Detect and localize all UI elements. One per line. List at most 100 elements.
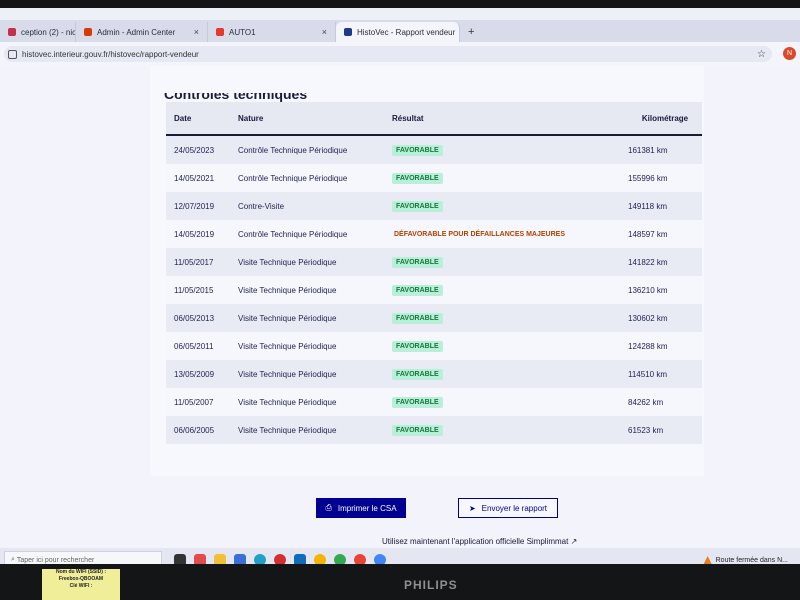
tab-strip: ception (2) - nicola×Admin - Admin Cente… bbox=[0, 20, 800, 42]
cell-km: 136210 km bbox=[628, 285, 668, 295]
tab-label: AUTO1 bbox=[229, 27, 256, 37]
close-tab-icon[interactable]: × bbox=[322, 27, 327, 37]
sticky-note-line: Freebox-QBOOAM bbox=[58, 576, 104, 582]
table-header: Date Nature Résultat Kilométrage bbox=[166, 102, 702, 136]
tab-label: ception (2) - nicola bbox=[21, 27, 76, 37]
address-bar-row: histovec.interieur.gouv.fr/histovec/rapp… bbox=[0, 42, 800, 67]
cell-result: FAVORABLE bbox=[392, 312, 628, 324]
print-csa-label: Imprimer le CSA bbox=[337, 503, 397, 513]
status-badge: FAVORABLE bbox=[392, 368, 443, 380]
status-badge: FAVORABLE bbox=[392, 200, 443, 212]
sticky-note-line: Clé WIFI : bbox=[69, 583, 93, 589]
cell-date: 11/05/2017 bbox=[174, 257, 214, 267]
site-info-icon[interactable] bbox=[8, 49, 17, 59]
printer-icon: ⎙ bbox=[325, 503, 332, 512]
outlook-icon[interactable] bbox=[294, 554, 306, 564]
table-row: 11/05/2007 Visite Technique Périodique FAV… bbox=[166, 388, 702, 416]
status-badge: FAVORABLE bbox=[392, 256, 443, 268]
news-widget[interactable]: Route fermée dans N... bbox=[703, 556, 788, 564]
address-bar[interactable]: histovec.interieur.gouv.fr/histovec/rapp… bbox=[4, 46, 772, 62]
widgets-icon[interactable] bbox=[194, 554, 206, 564]
cell-result: FAVORABLE bbox=[392, 144, 628, 156]
url-text: histovec.interieur.gouv.fr/histovec/rapp… bbox=[22, 49, 199, 59]
status-badge: FAVORABLE bbox=[392, 424, 443, 436]
tab-label: HistoVec - Rapport vendeur bbox=[357, 27, 456, 37]
chrome-icon[interactable] bbox=[314, 554, 326, 564]
cell-nature: Contrôle Technique Périodique bbox=[238, 229, 348, 239]
chrome-icon[interactable] bbox=[374, 554, 386, 564]
status-badge: FAVORABLE bbox=[392, 144, 443, 156]
cell-km: 124288 km bbox=[628, 341, 668, 351]
table-row: 14/05/2019 Contrôle Technique Périodique D… bbox=[166, 220, 702, 248]
bookmark-star-icon[interactable]: ☆ bbox=[757, 49, 766, 60]
task-view-icon[interactable] bbox=[174, 554, 186, 564]
cell-result: FAVORABLE bbox=[392, 424, 628, 436]
new-tab-button[interactable]: + bbox=[460, 22, 482, 42]
table-row: 11/05/2015 Visite Technique Périodique FAV… bbox=[166, 276, 702, 304]
browser-tab[interactable]: AUTO1 × bbox=[208, 22, 336, 42]
cell-nature: Contre-Visite bbox=[238, 201, 285, 211]
cell-km: 161381 km bbox=[628, 145, 668, 155]
cell-result: DÉFAVORABLE POUR DÉFAILLANCES MAJEURES bbox=[392, 229, 628, 240]
cell-date: 14/05/2021 bbox=[174, 173, 215, 183]
file-explorer-icon[interactable] bbox=[214, 554, 226, 564]
taskbar-apps bbox=[174, 554, 386, 564]
cell-date: 14/05/2019 bbox=[174, 229, 215, 239]
cell-nature: Visite Technique Périodique bbox=[238, 369, 337, 379]
cell-nature: Visite Technique Périodique bbox=[238, 313, 337, 323]
cell-result: FAVORABLE bbox=[392, 396, 628, 408]
cell-nature: Visite Technique Périodique bbox=[238, 397, 337, 407]
cell-nature: Visite Technique Périodique bbox=[238, 285, 337, 295]
table-row: 06/05/2013 Visite Technique Périodique FAV… bbox=[166, 304, 702, 332]
browser-tab[interactable]: HistoVec - Rapport vendeur× bbox=[336, 22, 460, 42]
tab-favicon-icon bbox=[84, 28, 92, 36]
edge-icon[interactable] bbox=[254, 554, 266, 564]
chrome-icon[interactable] bbox=[334, 554, 346, 564]
cell-km: 114510 km bbox=[628, 369, 667, 379]
simplimmat-link-text: Utilisez maintenant l'application offici… bbox=[382, 537, 569, 546]
cell-nature: Contrôle Technique Périodique bbox=[238, 145, 348, 155]
send-icon: ➤ bbox=[468, 503, 476, 513]
header-nature: Nature bbox=[238, 113, 264, 123]
cell-km: 148597 km bbox=[628, 229, 668, 239]
table-row: 14/05/2021 Contrôle Technique Périodique F… bbox=[166, 164, 702, 192]
news-text: Route fermée dans N... bbox=[715, 556, 788, 564]
cell-date: 24/05/2023 bbox=[174, 145, 215, 155]
table-row: 06/06/2005 Visite Technique Périodique FAV… bbox=[166, 416, 702, 444]
inspections-table: Date Nature Résultat Kilométrage 24/05/2… bbox=[166, 102, 702, 444]
status-badge: DÉFAVORABLE POUR DÉFAILLANCES MAJEURES bbox=[394, 230, 565, 238]
cell-date: 13/05/2009 bbox=[174, 369, 215, 379]
opera-icon[interactable] bbox=[274, 554, 286, 564]
table-row: 06/05/2011 Visite Technique Périodique FAV… bbox=[166, 332, 702, 360]
taskbar-search[interactable]: ⌕ Taper ici pour rechercher bbox=[4, 551, 162, 564]
table-row: 12/07/2019 Contre-Visite FAVORABLE 149118 k… bbox=[166, 192, 702, 220]
cell-date: 06/05/2013 bbox=[174, 313, 215, 323]
cell-date: 12/07/2019 bbox=[174, 201, 215, 211]
status-badge: FAVORABLE bbox=[392, 172, 443, 184]
tab-label: Admin - Admin Center bbox=[97, 27, 176, 37]
tab-favicon-icon bbox=[216, 28, 224, 36]
cell-nature: Visite Technique Périodique bbox=[238, 257, 337, 267]
browser-tab[interactable]: ception (2) - nicola× bbox=[0, 22, 76, 42]
table-row: 24/05/2023 Contrôle Technique Périodique F… bbox=[166, 136, 702, 164]
close-tab-icon[interactable]: × bbox=[194, 27, 199, 37]
table-row: 13/05/2009 Visite Technique Périodique FAV… bbox=[166, 360, 702, 388]
profile-avatar[interactable]: N bbox=[783, 47, 796, 60]
send-report-label: Envoyer le rapport bbox=[481, 503, 548, 513]
header-result: Résultat bbox=[392, 113, 424, 123]
table-row: 11/05/2017 Visite Technique Périodique FAV… bbox=[166, 248, 702, 276]
chrome-icon[interactable] bbox=[354, 554, 366, 564]
cell-date: 11/05/2007 bbox=[174, 397, 214, 407]
cell-nature: Visite Technique Périodique bbox=[238, 425, 337, 435]
cell-km: 149118 km bbox=[628, 201, 667, 211]
store-icon[interactable] bbox=[234, 554, 246, 564]
send-report-button[interactable]: ➤ Envoyer le rapport bbox=[458, 498, 558, 518]
header-km: Kilométrage bbox=[641, 113, 689, 123]
tab-favicon-icon bbox=[8, 28, 16, 36]
browser-tab[interactable]: Admin - Admin Center × bbox=[76, 22, 208, 42]
screen: ception (2) - nicola×Admin - Admin Cente… bbox=[0, 8, 800, 564]
simplimmat-link[interactable]: Utilisez maintenant l'application offici… bbox=[382, 537, 577, 546]
cell-nature: Contrôle Technique Périodique bbox=[238, 173, 348, 183]
cell-km: 141822 km bbox=[628, 257, 668, 267]
print-csa-button[interactable]: ⎙ Imprimer le CSA bbox=[316, 498, 406, 518]
